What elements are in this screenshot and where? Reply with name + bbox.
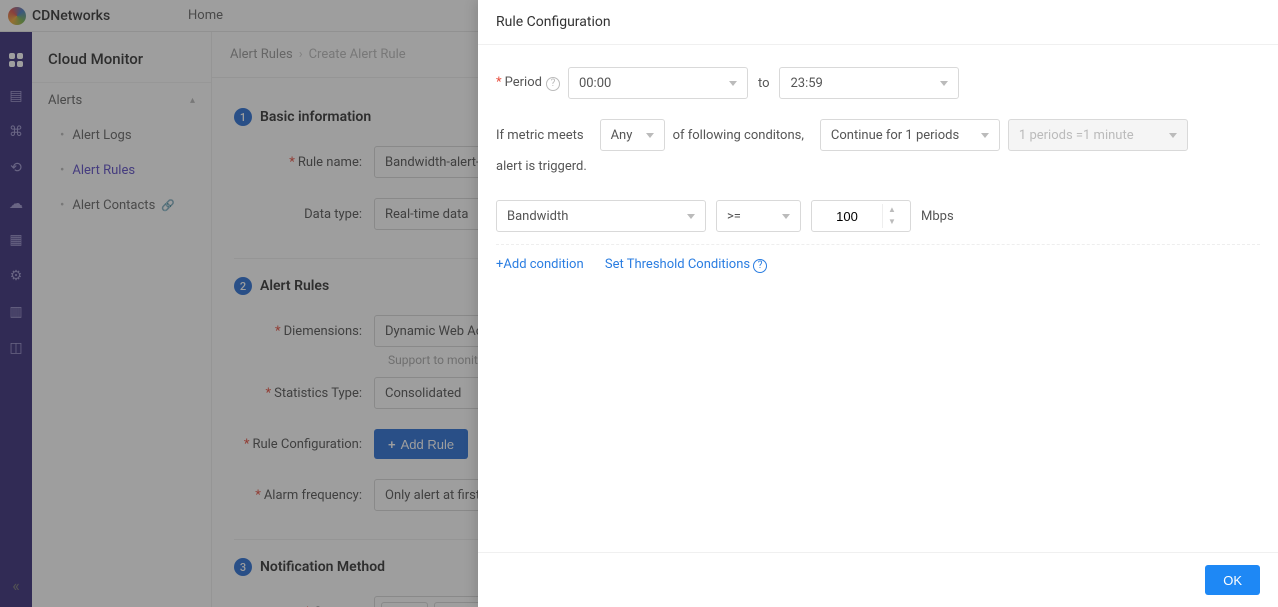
period-from-select[interactable]: 00:00 bbox=[568, 67, 748, 99]
period-label: *Period? bbox=[496, 75, 560, 91]
unit-label: Mbps bbox=[921, 209, 954, 224]
help-icon[interactable]: ? bbox=[546, 77, 560, 91]
step-down-icon[interactable]: ▼ bbox=[883, 216, 901, 228]
metric-sentence-p2: of following conditons, bbox=[673, 128, 804, 143]
metric-select[interactable]: Bandwidth bbox=[496, 200, 706, 232]
metric-sentence-p3: alert is triggerd. bbox=[496, 159, 587, 174]
threshold-value[interactable] bbox=[812, 209, 882, 224]
add-condition-link[interactable]: +Add condition bbox=[496, 257, 584, 272]
drawer-title: Rule Configuration bbox=[478, 0, 1278, 45]
any-select[interactable]: Any bbox=[600, 119, 665, 151]
period-hint-select: 1 periods =1 minute bbox=[1008, 119, 1188, 151]
operator-select[interactable]: >= bbox=[716, 200, 801, 232]
set-threshold-link[interactable]: Set Threshold Conditions? bbox=[605, 257, 767, 272]
step-up-icon[interactable]: ▲ bbox=[883, 204, 901, 216]
ok-button[interactable]: OK bbox=[1205, 565, 1260, 595]
condition-row: Bandwidth >= ▲ ▼ Mbps bbox=[496, 194, 1260, 245]
threshold-input[interactable]: ▲ ▼ bbox=[811, 200, 911, 232]
period-to-select[interactable]: 23:59 bbox=[779, 67, 959, 99]
rule-config-drawer: Rule Configuration *Period? 00:00 to 23:… bbox=[478, 0, 1278, 607]
help-icon[interactable]: ? bbox=[753, 259, 767, 273]
metric-sentence-p1: If metric meets bbox=[496, 128, 584, 143]
period-to-label: to bbox=[758, 76, 770, 91]
continue-periods-select[interactable]: Continue for 1 periods bbox=[820, 119, 1000, 151]
